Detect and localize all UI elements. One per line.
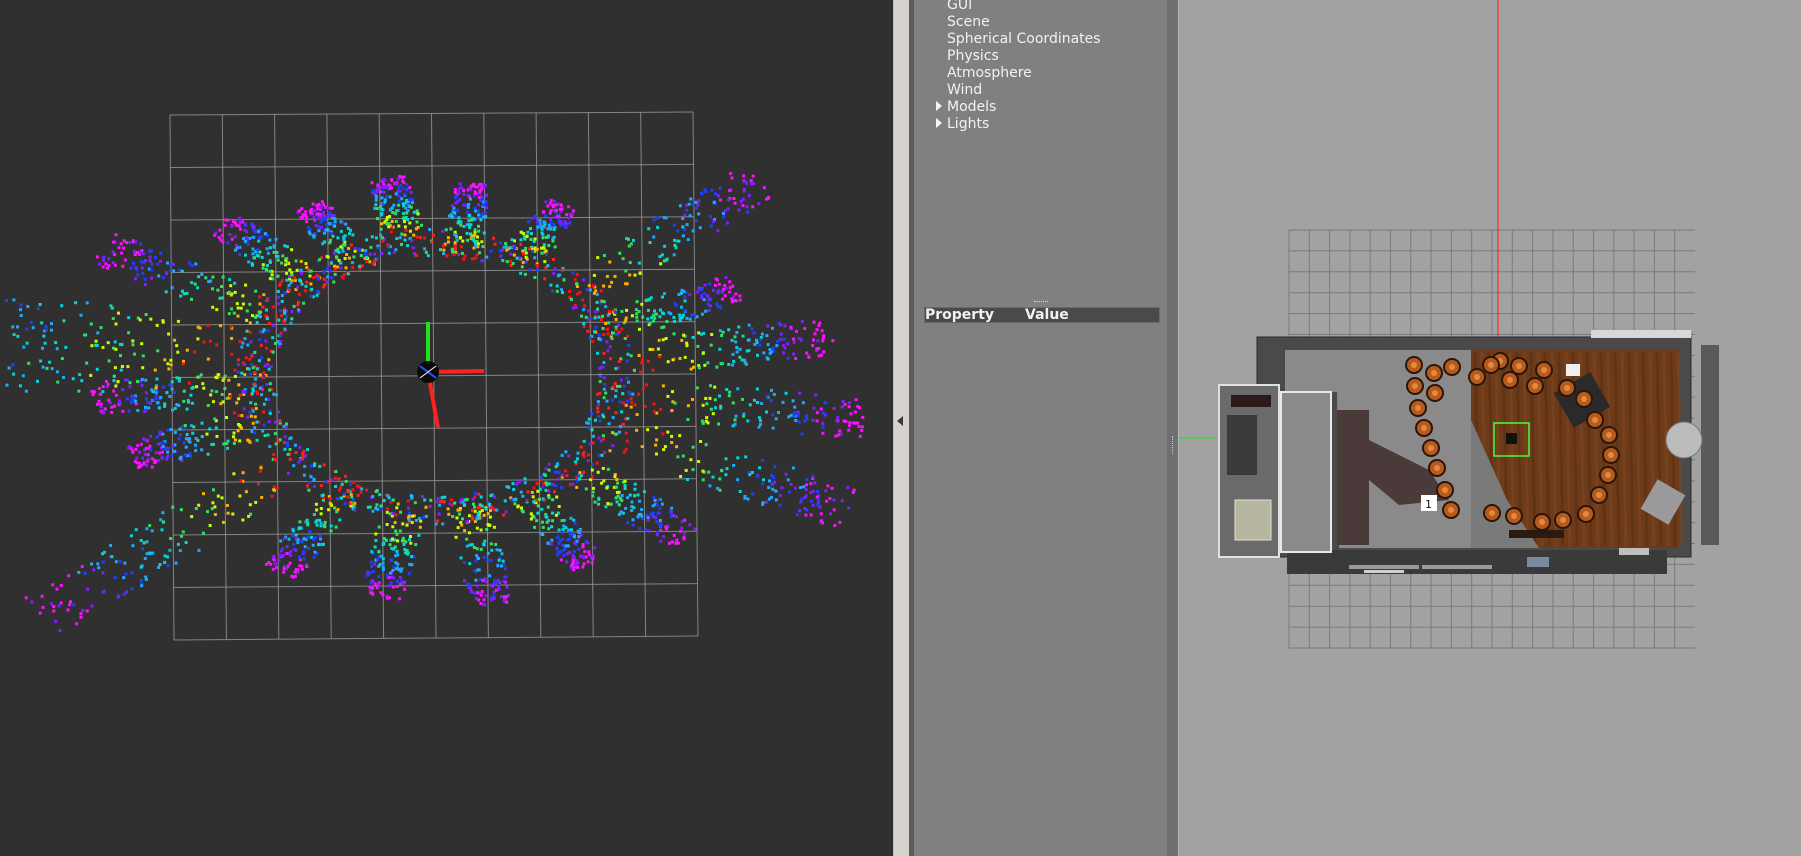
point-cloud-view — [4, 111, 865, 641]
gazebo-3d-scene[interactable]: 1 — [1178, 0, 1801, 856]
value-column-header[interactable]: Value — [1025, 308, 1069, 323]
property-column-header[interactable]: Property — [925, 308, 994, 323]
cafe-model[interactable]: 1 — [1218, 330, 1719, 574]
robot-icon[interactable] — [1506, 433, 1517, 444]
expand-lights-icon[interactable] — [936, 118, 942, 128]
tree-item-wind[interactable]: Wind — [947, 82, 982, 99]
marker-card — [1566, 364, 1580, 376]
tree-item-atmosphere[interactable]: Atmosphere — [947, 65, 1032, 82]
gazebo-splitter[interactable] — [1167, 0, 1178, 856]
tree-item-scene[interactable]: Scene — [947, 14, 990, 31]
collapse-arrow-icon[interactable] — [897, 416, 903, 426]
plant-pot-icon — [1665, 421, 1703, 459]
tree-item-spherical-coordinates[interactable]: Spherical Coordinates — [947, 31, 1101, 48]
gazebo-world-panel: GUI Scene Spherical Coordinates Physics … — [914, 0, 1167, 856]
panel-splitter[interactable] — [893, 0, 909, 856]
tree-item-models[interactable]: Models — [947, 99, 996, 116]
splitter-grip-icon[interactable] — [1172, 436, 1174, 454]
property-table-header: Property Value — [924, 307, 1160, 323]
expand-models-icon[interactable] — [936, 101, 942, 111]
tree-item-physics[interactable]: Physics — [947, 48, 999, 65]
resize-grip[interactable] — [1034, 301, 1048, 304]
tree-item-gui[interactable]: GUI — [947, 0, 972, 14]
tree-item-lights[interactable]: Lights — [947, 116, 989, 133]
gazebo-scene-render: 1 — [1179, 0, 1719, 649]
label-marker-text: 1 — [1425, 498, 1432, 511]
rviz-3d-viewport[interactable] — [0, 0, 893, 856]
